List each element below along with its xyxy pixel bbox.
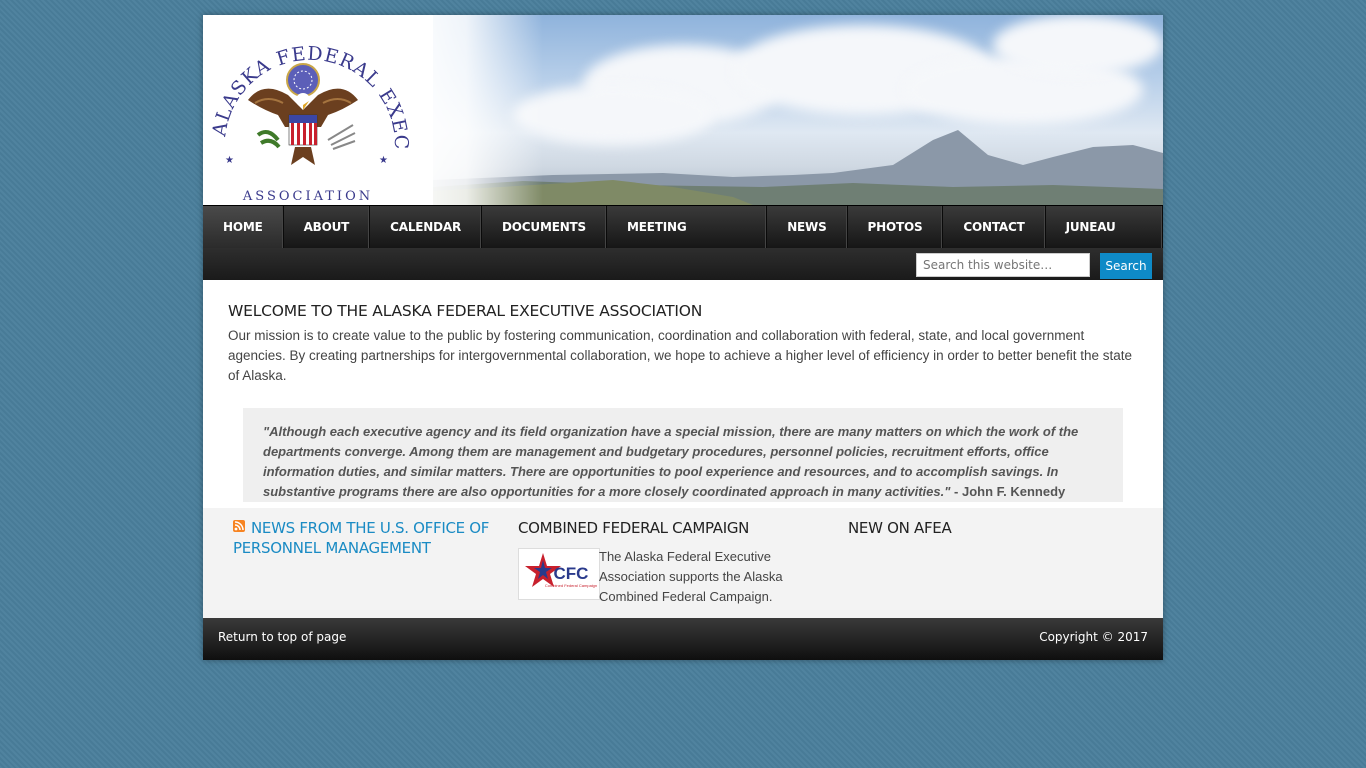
search-button[interactable]: Search [1100,253,1152,279]
logo-association-text: ASSOCIATION [242,189,373,204]
nav-item-home[interactable]: HOME [203,206,284,248]
cfc-description: The Alaska Federal Executive Association… [599,549,783,604]
mission-statement: Our mission is to create value to the pu… [228,328,1133,383]
site-footer: Return to top of page Copyright © 2017 [203,618,1163,660]
svg-text:★: ★ [379,155,388,166]
page-title: WELCOME TO THE ALASKA FEDERAL EXECUTIVE … [228,302,703,320]
nav-item-news[interactable]: NEWS [767,206,848,248]
return-to-top-link[interactable]: Return to top of page [218,630,346,644]
quote-block: "Although each executive agency and its … [243,408,1123,502]
cfc-logo-text: CFC [554,564,589,583]
new-on-afea-widget-title: NEW ON AFEA [848,519,952,537]
copyright-text: Copyright © 2017 [1039,630,1148,644]
nav-item-calendar[interactable]: CALENDAR [370,206,483,248]
opm-news-link[interactable]: NEWS FROM THE U.S. OFFICE OF PERSONNEL M… [233,519,489,557]
nav-item-about[interactable]: ABOUT [284,206,371,248]
secondary-nav: Search [203,248,1163,280]
main-content: WELCOME TO THE ALASKA FEDERAL EXECUTIVE … [203,280,1163,508]
opm-news-widget-title[interactable]: NEWS FROM THE U.S. OFFICE OF PERSONNEL M… [233,518,503,558]
footer-widgets: NEWS FROM THE U.S. OFFICE OF PERSONNEL M… [203,508,1163,618]
cfc-logo[interactable]: CFC Combined Federal Campaign [518,548,600,600]
rss-icon[interactable] [233,520,245,532]
site-header: ALASKA FEDERAL EXECUTIVE ★ ★ ASSOCIATION [203,15,1163,205]
nav-item-meeting-minutes[interactable]: MEETING MINUTES [607,206,768,276]
nav-item-documents[interactable]: DOCUMENTS [482,206,607,248]
cfc-widget-title: COMBINED FEDERAL CAMPAIGN [518,519,750,537]
nav-item-photos[interactable]: PHOTOS [848,206,944,248]
page-wrapper: ALASKA FEDERAL EXECUTIVE ★ ★ ASSOCIATION [203,15,1163,660]
cfc-logo-subtext: Combined Federal Campaign [545,583,597,588]
quote-author: - John F. Kennedy [950,484,1066,499]
search-input[interactable] [916,253,1090,277]
association-seal-logo[interactable]: ALASKA FEDERAL EXECUTIVE ★ ★ ASSOCIATION [203,15,413,205]
nav-item-contact[interactable]: CONTACT [943,206,1046,248]
primary-nav: HOME ABOUT CALENDAR DOCUMENTS MEETING MI… [203,205,1163,276]
svg-text:★: ★ [225,155,234,166]
nav-item-juneau-fea[interactable]: JUNEAU FEA [1046,206,1163,276]
